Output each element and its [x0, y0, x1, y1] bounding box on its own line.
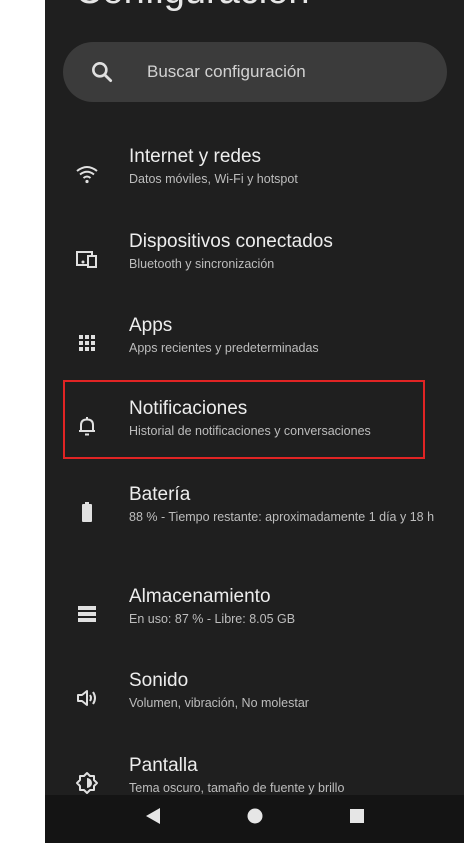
connected-devices-icon: [76, 251, 97, 268]
sound-icon: [77, 690, 96, 706]
settings-item-storage[interactable]: Almacenamiento En uso: 87 % - Libre: 8.0…: [45, 580, 464, 652]
settings-item-notifications[interactable]: Notificaciones Historial de notificacion…: [45, 392, 464, 464]
settings-item-connected-devices[interactable]: Dispositivos conectados Bluetooth y sinc…: [45, 225, 464, 297]
recents-icon[interactable]: [345, 804, 369, 828]
settings-screen: Configuración Buscar configuración Inter…: [45, 0, 464, 843]
settings-item-title: Internet y redes: [129, 146, 262, 167]
apps-grid-icon: [79, 335, 95, 351]
settings-item-title: Batería: [129, 484, 191, 505]
settings-item-title: Sonido: [129, 670, 189, 691]
wifi-icon: [76, 166, 98, 184]
settings-item-internet[interactable]: Internet y redes Datos móviles, Wi-Fi y …: [45, 140, 464, 212]
navigation-bar: [45, 795, 464, 843]
settings-item-subtitle: Volumen, vibración, No molestar: [129, 696, 309, 710]
settings-item-subtitle: Historial de notificaciones y conversaci…: [129, 424, 371, 438]
back-icon[interactable]: [141, 804, 165, 828]
display-icon: [76, 772, 98, 794]
search-bar[interactable]: Buscar configuración: [63, 42, 447, 102]
settings-item-battery[interactable]: Batería 88 % - Tiempo restante: aproxima…: [45, 478, 464, 550]
settings-item-apps[interactable]: Apps Apps recientes y predeterminadas: [45, 309, 464, 381]
settings-item-subtitle: Apps recientes y predeterminadas: [129, 341, 319, 355]
page-title: Configuración: [75, 0, 309, 13]
storage-icon: [78, 606, 96, 622]
home-icon[interactable]: [243, 804, 267, 828]
settings-item-subtitle: Tema oscuro, tamaño de fuente y brillo: [129, 781, 345, 795]
search-icon: [92, 62, 113, 83]
settings-item-title: Apps: [129, 315, 173, 336]
settings-item-title: Pantalla: [129, 755, 198, 776]
settings-item-subtitle: Datos móviles, Wi-Fi y hotspot: [129, 172, 298, 186]
settings-item-sound[interactable]: Sonido Volumen, vibración, No molestar: [45, 664, 464, 736]
search-placeholder: Buscar configuración: [147, 62, 306, 81]
battery-icon: [82, 502, 92, 522]
settings-item-subtitle: Bluetooth y sincronización: [129, 257, 275, 271]
bell-icon: [79, 417, 95, 436]
settings-item-subtitle: 88 % - Tiempo restante: aproximadamente …: [129, 510, 435, 524]
settings-item-title: Dispositivos conectados: [129, 231, 333, 252]
settings-item-subtitle: En uso: 87 % - Libre: 8.05 GB: [129, 612, 296, 626]
settings-item-title: Notificaciones: [129, 398, 248, 419]
settings-item-title: Almacenamiento: [129, 586, 271, 607]
